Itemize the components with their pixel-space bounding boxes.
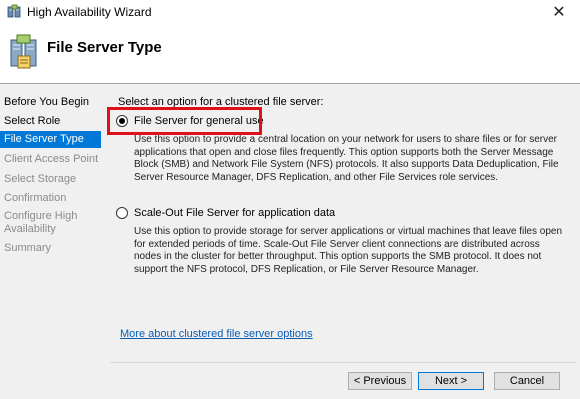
sidebar-item-client-access-point: Client Access Point xyxy=(4,153,99,165)
cancel-button[interactable]: Cancel xyxy=(494,372,560,390)
scale-out-description: Use this option to provide storage for s… xyxy=(134,226,563,275)
window-title: High Availability Wizard xyxy=(27,5,152,19)
sidebar-item-file-server-type[interactable]: File Server Type xyxy=(0,131,101,148)
sidebar-item-summary: Summary xyxy=(4,242,52,254)
page-title: File Server Type xyxy=(47,39,162,56)
sidebar-item-select-storage: Select Storage xyxy=(4,173,77,185)
sidebar-item-before-you-begin[interactable]: Before You Begin xyxy=(0,96,101,109)
highlight-annotation-box xyxy=(107,107,262,135)
next-button[interactable]: Next > xyxy=(418,372,484,390)
wizard-steps-sidebar: Before You Begin Select Role File Server… xyxy=(0,85,103,399)
footer-divider xyxy=(110,362,576,363)
title-bar: High Availability Wizard ✕ xyxy=(0,0,580,24)
cluster-file-server-icon xyxy=(9,34,39,70)
sidebar-item-confirmation: Confirmation xyxy=(4,192,67,204)
option-scale-out[interactable]: Scale-Out File Server for application da… xyxy=(116,207,335,219)
general-use-description: Use this option to provide a central loc… xyxy=(134,134,559,183)
scale-out-label[interactable]: Scale-Out File Server for application da… xyxy=(134,207,335,219)
close-icon[interactable]: ✕ xyxy=(538,0,580,24)
page-header: File Server Type xyxy=(0,24,580,84)
more-info-link[interactable]: More about clustered file server options xyxy=(120,328,313,340)
sidebar-item-configure-high-availability: Configure High Availability xyxy=(4,210,78,235)
app-icon xyxy=(7,4,22,19)
wizard-window: High Availability Wizard ✕ File Server T… xyxy=(0,0,580,399)
scale-out-radio[interactable] xyxy=(116,207,128,219)
previous-button[interactable]: < Previous xyxy=(348,372,412,390)
sidebar-item-select-role[interactable]: Select Role xyxy=(0,115,101,128)
